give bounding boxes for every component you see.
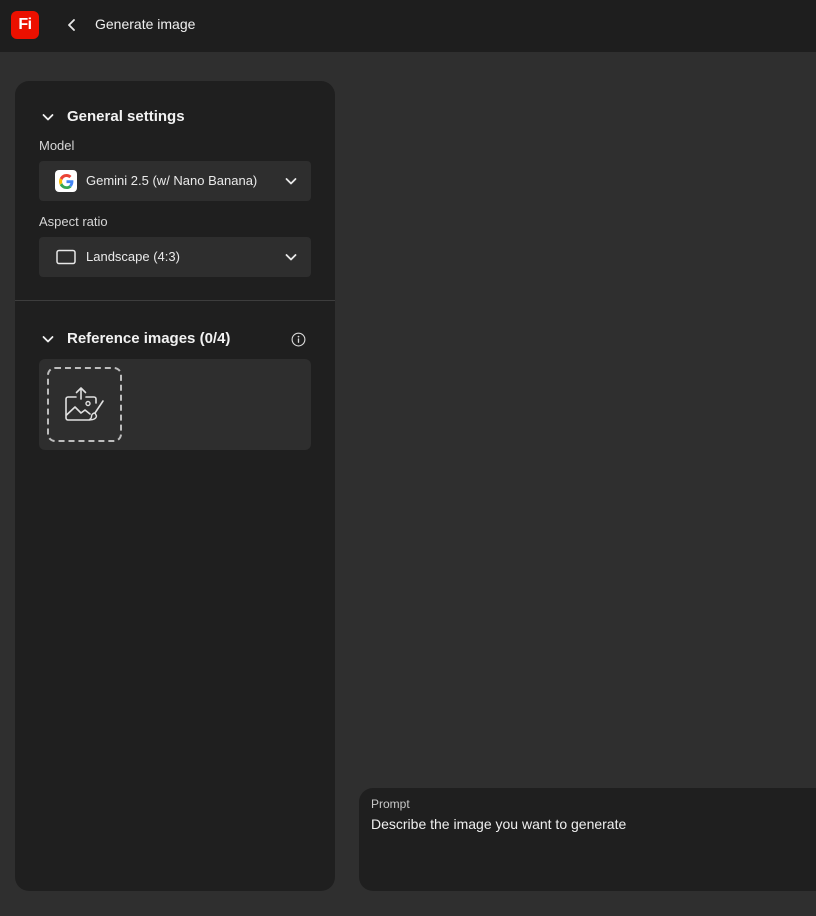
general-settings-toggle[interactable]: General settings — [41, 108, 185, 125]
chevron-down-icon — [42, 113, 54, 120]
section-divider — [15, 300, 335, 301]
reference-images-toggle[interactable]: Reference images (0/4) — [41, 330, 230, 347]
upload-reference-image-button[interactable] — [47, 367, 122, 442]
reference-images-title: Reference images (0/4) — [67, 330, 231, 347]
chevron-down-icon — [42, 335, 54, 342]
chevron-left-icon — [68, 19, 75, 31]
google-g-icon — [55, 170, 77, 192]
app-logo[interactable]: Fi — [11, 11, 39, 39]
image-upload-icon — [64, 386, 104, 421]
aspect-ratio-select[interactable]: Landscape (4:3) — [39, 237, 311, 277]
reference-images-area — [39, 359, 311, 450]
aspect-ratio-value: Landscape (4:3) — [86, 249, 180, 264]
prompt-input[interactable] — [371, 816, 801, 876]
prompt-label: Prompt — [371, 797, 410, 811]
back-button[interactable] — [62, 14, 82, 36]
model-value: Gemini 2.5 (w/ Nano Banana) — [86, 173, 258, 188]
model-label: Model — [39, 138, 75, 153]
top-bar: Fi Generate image — [0, 0, 816, 52]
settings-panel: General settings Model Gemini 2.5 (w/ Na… — [15, 81, 335, 891]
page-title: Generate image — [95, 16, 196, 32]
model-select[interactable]: Gemini 2.5 (w/ Nano Banana) — [39, 161, 311, 201]
general-settings-title: General settings — [67, 108, 185, 125]
landscape-frame-icon — [55, 246, 77, 268]
chevron-down-icon — [285, 254, 297, 261]
aspect-ratio-label: Aspect ratio — [39, 214, 108, 229]
info-icon[interactable] — [291, 332, 306, 347]
prompt-box: Prompt — [359, 788, 816, 891]
chevron-down-icon — [285, 178, 297, 185]
